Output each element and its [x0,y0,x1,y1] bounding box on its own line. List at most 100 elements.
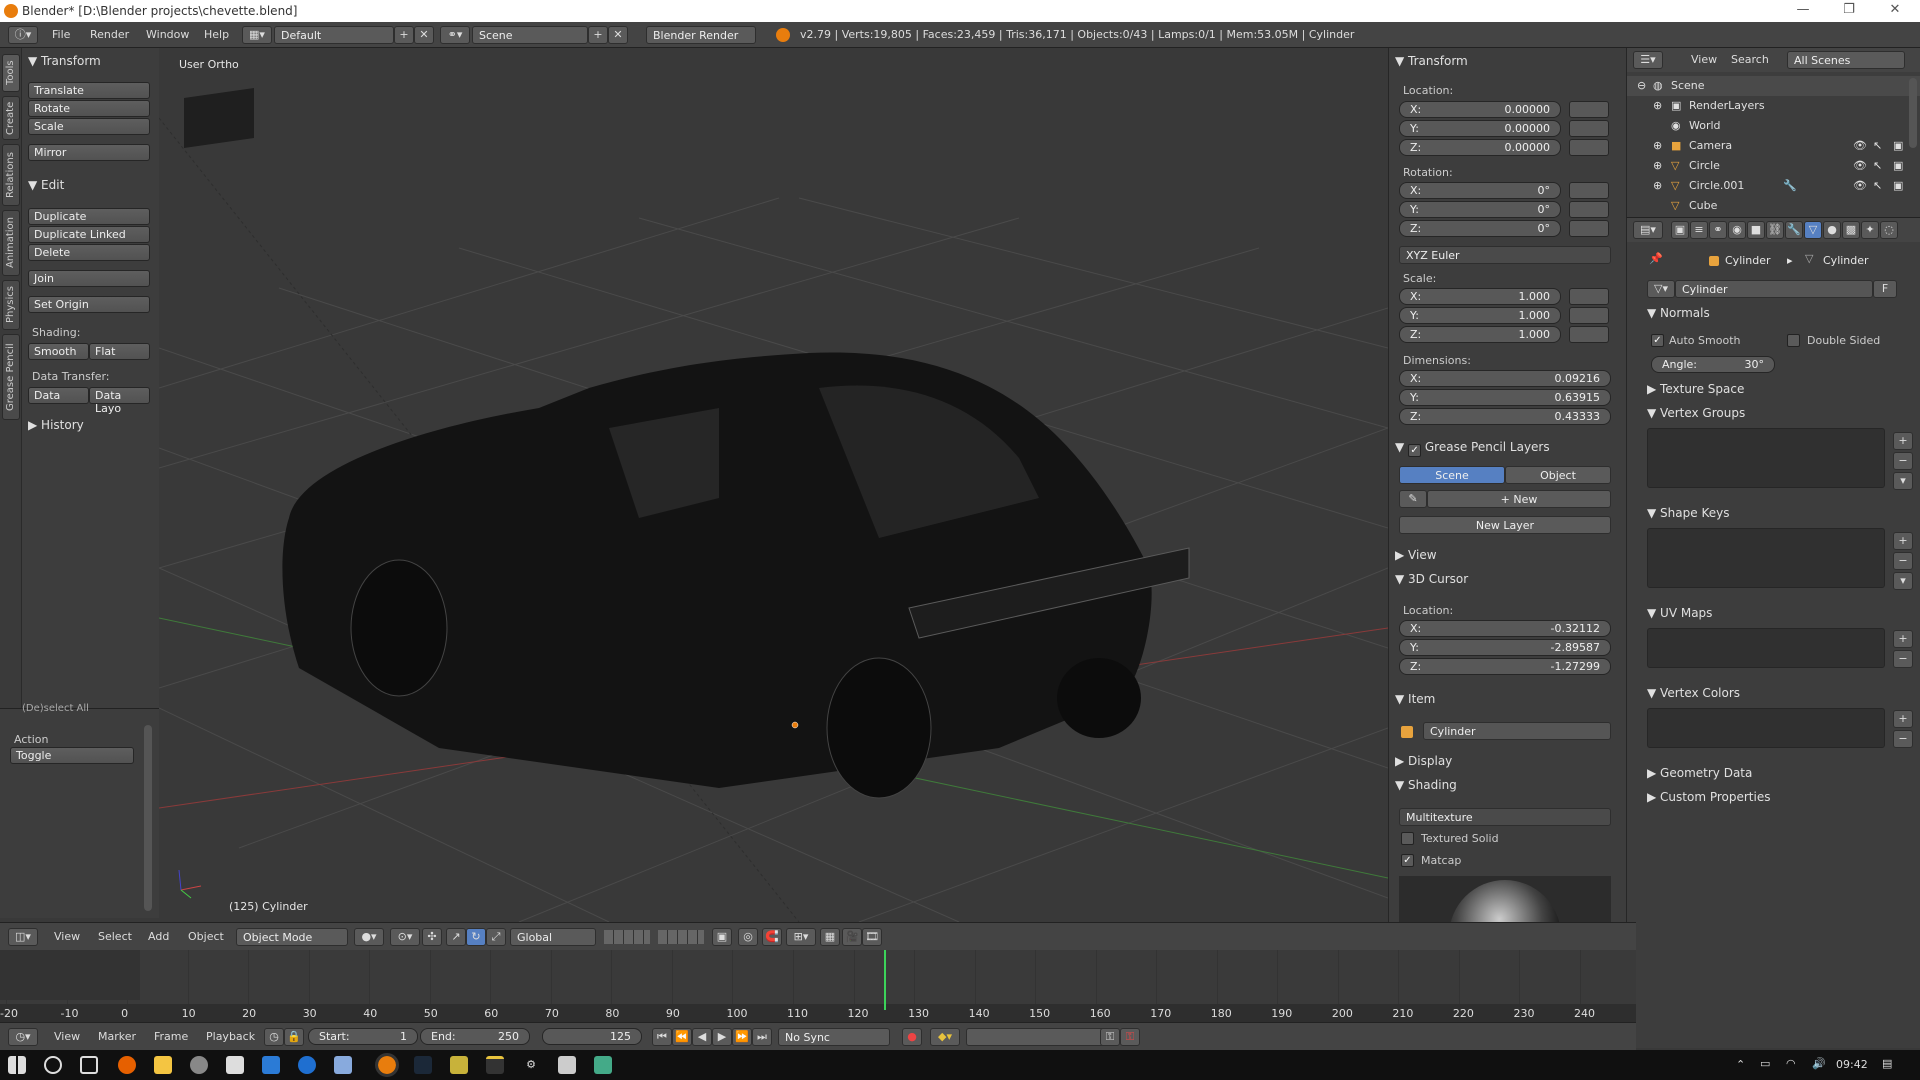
rotation-x-field[interactable]: X: 0° [1399,182,1561,199]
remove-uv-map-icon[interactable]: − [1893,650,1913,668]
flat-button[interactable]: Flat [89,343,150,360]
custom-properties-header[interactable]: ▶ Custom Properties [1647,790,1770,804]
steam-icon[interactable] [414,1056,432,1074]
lock-icon[interactable] [1569,120,1609,137]
vertex-groups-list[interactable] [1647,428,1885,488]
orientation-dropdown[interactable]: Global [510,928,596,946]
jump-start-icon[interactable]: ⏮ [652,1028,672,1046]
lock-icon[interactable] [1569,201,1609,218]
vertex-groups-header[interactable]: ▼ Vertex Groups [1647,406,1745,420]
n-view-header[interactable]: ▶ View [1395,548,1437,562]
battery-icon[interactable]: ▭ [1760,1057,1770,1070]
timeline[interactable]: -20 -10 0 10 20 30 40 50 60 70 80 90 100 110 120 130 140… [0,950,1636,1022]
add-vertex-color-icon[interactable]: + [1893,710,1913,728]
tray-chevron-icon[interactable]: ⌃ [1736,1058,1745,1071]
cursor-z-field[interactable]: Z: -1.27299 [1399,658,1611,675]
dimensions-z-field[interactable]: Z: 0.43333 [1399,408,1611,425]
camera-render-icon[interactable]: 🎥 [842,928,862,946]
layers-widget[interactable] [604,930,650,944]
menu-view[interactable]: View [54,930,80,943]
shading-mode-icon[interactable]: ●▾ [354,928,384,946]
set-origin-dropdown[interactable]: Set Origin [28,296,150,313]
outliner-item-camera[interactable]: ⊕ ■ Camera 👁 ↖ ▣ [1627,136,1920,156]
timeline-menu-playback[interactable]: Playback [206,1030,255,1043]
scale-x-field[interactable]: X: 1.000 [1399,288,1561,305]
translate-button[interactable]: Translate [28,82,150,99]
proportional-edit-icon[interactable]: ◎ [738,928,758,946]
current-frame-line[interactable] [883,950,886,1010]
location-x-field[interactable]: X: 0.00000 [1399,101,1561,118]
maximize-button[interactable]: ❐ [1826,2,1872,20]
properties-editor-icon[interactable]: ▤▾ [1633,221,1663,239]
outliner-item-cube[interactable]: ▽ Cube [1627,196,1920,210]
expand-icon[interactable]: ⊖ [1637,79,1646,92]
textured-solid-checkbox[interactable] [1401,832,1414,845]
remove-vertex-group-icon[interactable]: − [1893,452,1913,470]
cursor-icon[interactable]: ↖ [1873,179,1882,192]
display-header[interactable]: ▶ Display [1395,754,1452,768]
blender-taskbar-icon[interactable] [375,1053,399,1077]
mail-icon[interactable] [226,1056,244,1074]
matcap-checkbox[interactable]: ✓ [1401,854,1414,867]
jump-keyframe-back-icon[interactable]: ⏪ [672,1028,692,1046]
gp-object-button[interactable]: Object [1505,466,1611,484]
operator-scrollbar[interactable] [144,725,152,911]
panel-edit-header[interactable]: ▼ Edit [28,178,64,192]
jump-keyframe-forward-icon[interactable]: ⏩ [732,1028,752,1046]
scene-field[interactable]: Scene [472,26,588,44]
join-button[interactable]: Join [28,270,150,287]
app-icon[interactable] [450,1056,468,1074]
particles-tab-icon[interactable]: ✦ [1861,221,1879,239]
new-layer-button[interactable]: New Layer [1399,516,1611,534]
render-icon[interactable]: ▣ [1893,159,1903,172]
layout-icon[interactable]: ▦▾ [242,26,272,44]
play-icon[interactable]: ▶ [712,1028,732,1046]
record-icon[interactable]: ● [902,1028,922,1046]
n-transform-header[interactable]: ▼ Transform [1395,54,1468,68]
timeline-menu-frame[interactable]: Frame [154,1030,188,1043]
sync-dropdown[interactable]: No Sync [778,1028,890,1046]
current-frame-field[interactable]: 125 [542,1028,642,1045]
layers-widget[interactable] [658,930,704,944]
minimize-button[interactable]: — [1780,2,1826,20]
tab-relations[interactable]: Relations [2,144,20,206]
physics-tab-icon[interactable]: ◌ [1880,221,1898,239]
outliner-item-circle-001[interactable]: ⊕ ▽ Circle.001 🔧 👁 ↖ ▣ [1627,176,1920,196]
wifi-icon[interactable]: ◠ [1786,1057,1796,1070]
camera-object[interactable] [184,88,254,148]
viewport-canvas[interactable] [159,48,1388,922]
mesh-data-tab-icon[interactable]: ▽ [1804,221,1822,239]
add-shape-key-icon[interactable]: + [1893,532,1913,550]
menu-render[interactable]: Render [90,28,129,41]
app-icon[interactable] [334,1056,352,1074]
firefox-icon[interactable] [118,1056,136,1074]
expand-icon[interactable]: ⊕ [1653,139,1662,152]
rotation-z-field[interactable]: Z: 0° [1399,220,1561,237]
snap-icon[interactable]: 🧲 [762,928,782,946]
gp-scene-button[interactable]: Scene [1399,466,1505,484]
3d-editor-icon[interactable]: ◫▾ [8,928,38,946]
angle-field[interactable]: Angle: 30° [1651,356,1775,373]
scale-z-field[interactable]: Z: 1.000 [1399,326,1561,343]
eye-icon[interactable]: 👁 [1853,179,1867,192]
scene-tab-icon[interactable]: ⚭ [1709,221,1727,239]
location-y-field[interactable]: Y: 0.00000 [1399,120,1561,137]
windows-start-icon[interactable] [8,1056,26,1074]
data-layout-button[interactable]: Data Layo [89,387,150,415]
cursor-x-field[interactable]: X: -0.32112 [1399,620,1611,637]
auto-smooth-checkbox[interactable]: ✓ [1651,334,1664,347]
fake-user-button[interactable]: F [1873,280,1897,298]
material-tab-icon[interactable]: ● [1823,221,1841,239]
world-tab-icon[interactable]: ◉ [1728,221,1746,239]
tab-create[interactable]: Create [2,96,20,140]
manipulator-icon[interactable]: ✣ [422,928,442,946]
shape-keys-header[interactable]: ▼ Shape Keys [1647,506,1729,520]
shape-key-menu-icon[interactable]: ▾ [1893,572,1913,590]
lock-icon[interactable] [1569,288,1609,305]
item-name-field[interactable]: Cylinder [1423,722,1611,740]
expand-icon[interactable]: ⊕ [1653,159,1662,172]
menu-object[interactable]: Object [188,930,224,943]
render-engine-dropdown[interactable]: Blender Render [646,26,756,44]
settings-gear-icon[interactable]: ⚙ [522,1056,540,1074]
duplicate-linked-button[interactable]: Duplicate Linked [28,226,150,243]
